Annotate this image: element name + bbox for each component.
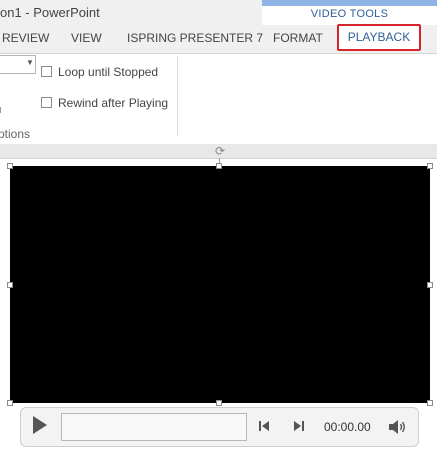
- partial-control: [0, 107, 1, 113]
- resize-handle-right[interactable]: [427, 282, 433, 288]
- tab-view[interactable]: VIEW: [71, 31, 102, 45]
- progress-track[interactable]: [61, 413, 247, 441]
- tab-playback[interactable]: PLAYBACK: [337, 24, 421, 51]
- resize-handle-bottom-left[interactable]: [7, 400, 13, 406]
- resize-handle-top-right[interactable]: [427, 163, 433, 169]
- loop-until-stopped-label: Loop until Stopped: [58, 65, 159, 79]
- video-options-group-label: ptions: [0, 127, 31, 141]
- resize-handle-left[interactable]: [7, 282, 13, 288]
- loop-until-stopped-checkbox[interactable]: [41, 66, 52, 77]
- tab-review[interactable]: REVIEW: [2, 31, 49, 45]
- tab-ispring-presenter[interactable]: ISPRING PRESENTER 7: [127, 31, 263, 45]
- resize-handle-bottom[interactable]: [216, 400, 222, 406]
- rewind-after-playing-checkbox[interactable]: [41, 97, 52, 108]
- chevron-down-icon: ▼: [26, 58, 34, 67]
- volume-icon[interactable]: [388, 419, 408, 435]
- context-tab-accent: [262, 0, 437, 6]
- rotate-icon[interactable]: ⟳: [213, 144, 227, 158]
- rewind-after-playing-label: Rewind after Playing: [58, 96, 169, 110]
- resize-handle-top-left[interactable]: [7, 163, 13, 169]
- video-frame[interactable]: [10, 166, 430, 403]
- context-group-label: VIDEO TOOLS: [310, 8, 389, 20]
- time-readout: 00:00.00: [324, 420, 371, 434]
- window-title: on1 - PowerPoint: [0, 5, 100, 20]
- play-icon[interactable]: [33, 416, 47, 434]
- step-back-icon[interactable]: [258, 419, 270, 433]
- step-forward-icon[interactable]: [293, 419, 305, 433]
- group-separator: [177, 56, 178, 136]
- resize-handle-bottom-right[interactable]: [427, 400, 433, 406]
- tab-format[interactable]: FORMAT: [273, 31, 323, 45]
- resize-handle-top[interactable]: [216, 163, 222, 169]
